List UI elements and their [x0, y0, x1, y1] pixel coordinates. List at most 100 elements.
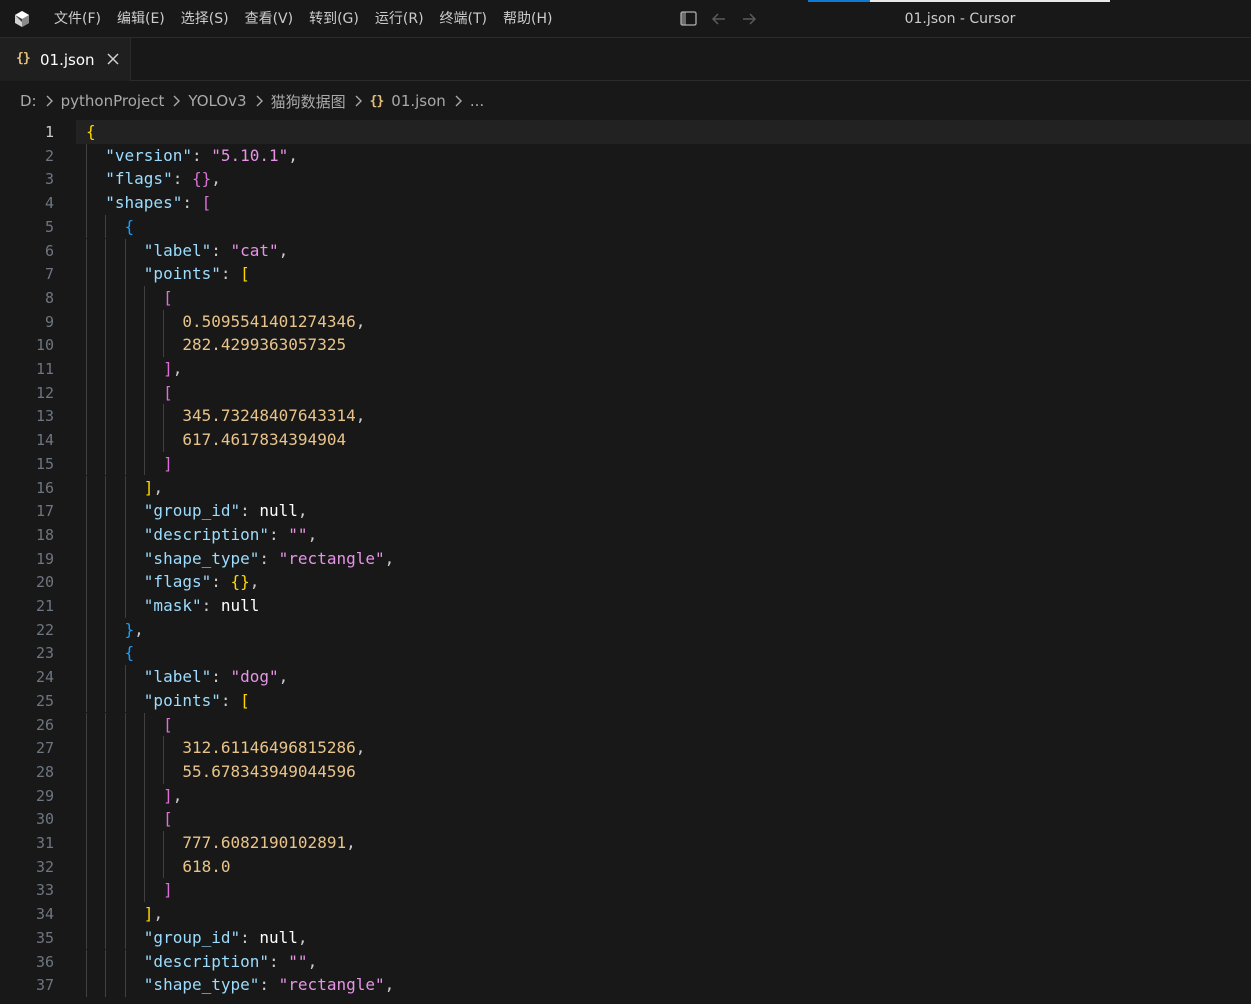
code-line[interactable]: 13 345.73248407643314,: [0, 404, 1251, 428]
breadcrumb-folder-yolov3[interactable]: YOLOv3: [188, 92, 246, 110]
menu-run[interactable]: 运行(R): [367, 0, 432, 38]
indent-guide: [86, 546, 87, 571]
code-line[interactable]: 19 "shape_type": "rectangle",: [0, 547, 1251, 571]
indent-guide: [86, 380, 87, 405]
chevron-right-icon: [455, 95, 462, 107]
code-line[interactable]: 31 777.6082190102891,: [0, 831, 1251, 855]
line-number: 16: [35, 478, 54, 497]
indent-guide: [86, 641, 87, 666]
line-number: 18: [35, 525, 54, 544]
line-number: 28: [35, 762, 54, 781]
breadcrumb-folder-data[interactable]: 猫狗数据图: [271, 91, 346, 112]
code-line[interactable]: 4 "shapes": [: [0, 191, 1251, 215]
code-line[interactable]: 1{: [0, 120, 1251, 144]
indent-guide: [105, 594, 107, 618]
tab-01-json[interactable]: {} 01.json: [0, 38, 131, 81]
code-line[interactable]: 12 [: [0, 381, 1251, 405]
menu-edit[interactable]: 编辑(E): [109, 0, 173, 38]
code-text: "shape_type": "rectangle",: [143, 548, 395, 568]
line-number: 13: [35, 407, 54, 426]
menu-file[interactable]: 文件(F): [46, 0, 109, 38]
indent-guide: [105, 902, 107, 926]
code-line[interactable]: 28 55.678343949044596: [0, 760, 1251, 784]
indent-guide: [105, 617, 107, 642]
indent-guide: [86, 191, 87, 215]
code-line[interactable]: 23 {: [0, 641, 1251, 665]
code-line[interactable]: 11 ],: [0, 357, 1251, 381]
code-line[interactable]: 17 "group_id": null,: [0, 499, 1251, 523]
code-line[interactable]: 21 "mask": null: [0, 594, 1251, 618]
code-line[interactable]: 14 617.4617834394904: [0, 428, 1251, 452]
code-line[interactable]: 30 [: [0, 807, 1251, 831]
code-line[interactable]: 15 ]: [0, 452, 1251, 476]
indent-guide: [124, 428, 126, 452]
line-number: 6: [44, 241, 54, 260]
indent-guide: [86, 333, 87, 357]
code-line[interactable]: 10 282.4299363057325: [0, 333, 1251, 357]
indent-guide: [105, 285, 107, 310]
arrow-right-icon[interactable]: [739, 9, 759, 29]
code-line[interactable]: 18 "description": "",: [0, 523, 1251, 547]
arrow-left-icon[interactable]: [709, 9, 729, 29]
code-line[interactable]: 7 "points": [: [0, 262, 1251, 286]
code-line[interactable]: 9 0.5095541401274346,: [0, 310, 1251, 334]
indent-guide: [124, 285, 126, 310]
indent-guide: [124, 925, 126, 950]
indent-guide: [105, 570, 107, 594]
indent-guide: [124, 712, 126, 737]
line-number: 7: [44, 265, 54, 284]
code-text: "label": "dog",: [143, 667, 289, 687]
code-line[interactable]: 24 "label": "dog",: [0, 665, 1251, 689]
code-line[interactable]: 8 [: [0, 286, 1251, 310]
code-line[interactable]: 32 618.0: [0, 855, 1251, 879]
code-line[interactable]: 22 },: [0, 618, 1251, 642]
code-line[interactable]: 27 312.61146496815286,: [0, 736, 1251, 760]
breadcrumb-folder-pythonproject[interactable]: pythonProject: [61, 92, 165, 110]
indent-guide: [124, 262, 126, 286]
indent-guide: [105, 380, 107, 405]
code-line[interactable]: 20 "flags": {},: [0, 570, 1251, 594]
code-line[interactable]: 29 ],: [0, 784, 1251, 808]
menu-terminal[interactable]: 终端(T): [432, 0, 495, 38]
breadcrumb-symbol[interactable]: ...: [470, 92, 484, 110]
code-line[interactable]: 26 [: [0, 713, 1251, 737]
breadcrumb-drive[interactable]: D:: [20, 92, 37, 110]
cursor-logo-icon[interactable]: [13, 10, 31, 28]
code-line[interactable]: 35 "group_id": null,: [0, 926, 1251, 950]
indent-guide: [124, 451, 126, 476]
code-line[interactable]: 6 "label": "cat",: [0, 239, 1251, 263]
layout-sidebar-icon[interactable]: [680, 11, 697, 26]
line-number: 37: [35, 976, 54, 995]
code-text: 55.678343949044596: [182, 761, 356, 781]
code-editor[interactable]: 1{2 "version": "5.10.1", 3 "flags": {}, 4 …: [0, 120, 1251, 1004]
line-number: 11: [35, 360, 54, 378]
indent-guide: [86, 167, 87, 192]
close-icon[interactable]: [104, 50, 122, 68]
line-number: 10: [35, 336, 54, 355]
line-number: 34: [35, 905, 54, 924]
indent-guide: [163, 759, 165, 784]
code-line[interactable]: 5 {: [0, 215, 1251, 239]
indent-guide: [86, 902, 87, 926]
code-line[interactable]: 3 "flags": {},: [0, 167, 1251, 191]
code-line[interactable]: 25 "points": [: [0, 689, 1251, 713]
indent-guide: [124, 499, 126, 523]
code-line[interactable]: 36 "description": "",: [0, 950, 1251, 974]
menu-view[interactable]: 查看(V): [237, 0, 302, 38]
indent-guide: [143, 404, 145, 429]
line-number: 2: [44, 146, 54, 165]
indent-guide: [124, 831, 126, 855]
code-line[interactable]: 33 ]: [0, 878, 1251, 902]
indent-guide: [143, 783, 145, 808]
indent-guide: [124, 902, 126, 926]
menu-go[interactable]: 转到(G): [301, 0, 367, 38]
indent-guide: [86, 262, 87, 286]
code-line[interactable]: 34 ],: [0, 902, 1251, 926]
menu-selection[interactable]: 选择(S): [173, 0, 237, 38]
menu-help[interactable]: 帮助(H): [495, 0, 560, 38]
breadcrumb-file[interactable]: 01.json: [391, 92, 446, 110]
indent-guide: [105, 428, 107, 452]
code-line[interactable]: 37 "shape_type": "rectangle",: [0, 973, 1251, 997]
code-line[interactable]: 16 ],: [0, 476, 1251, 500]
code-line[interactable]: 2 "version": "5.10.1",: [0, 144, 1251, 168]
